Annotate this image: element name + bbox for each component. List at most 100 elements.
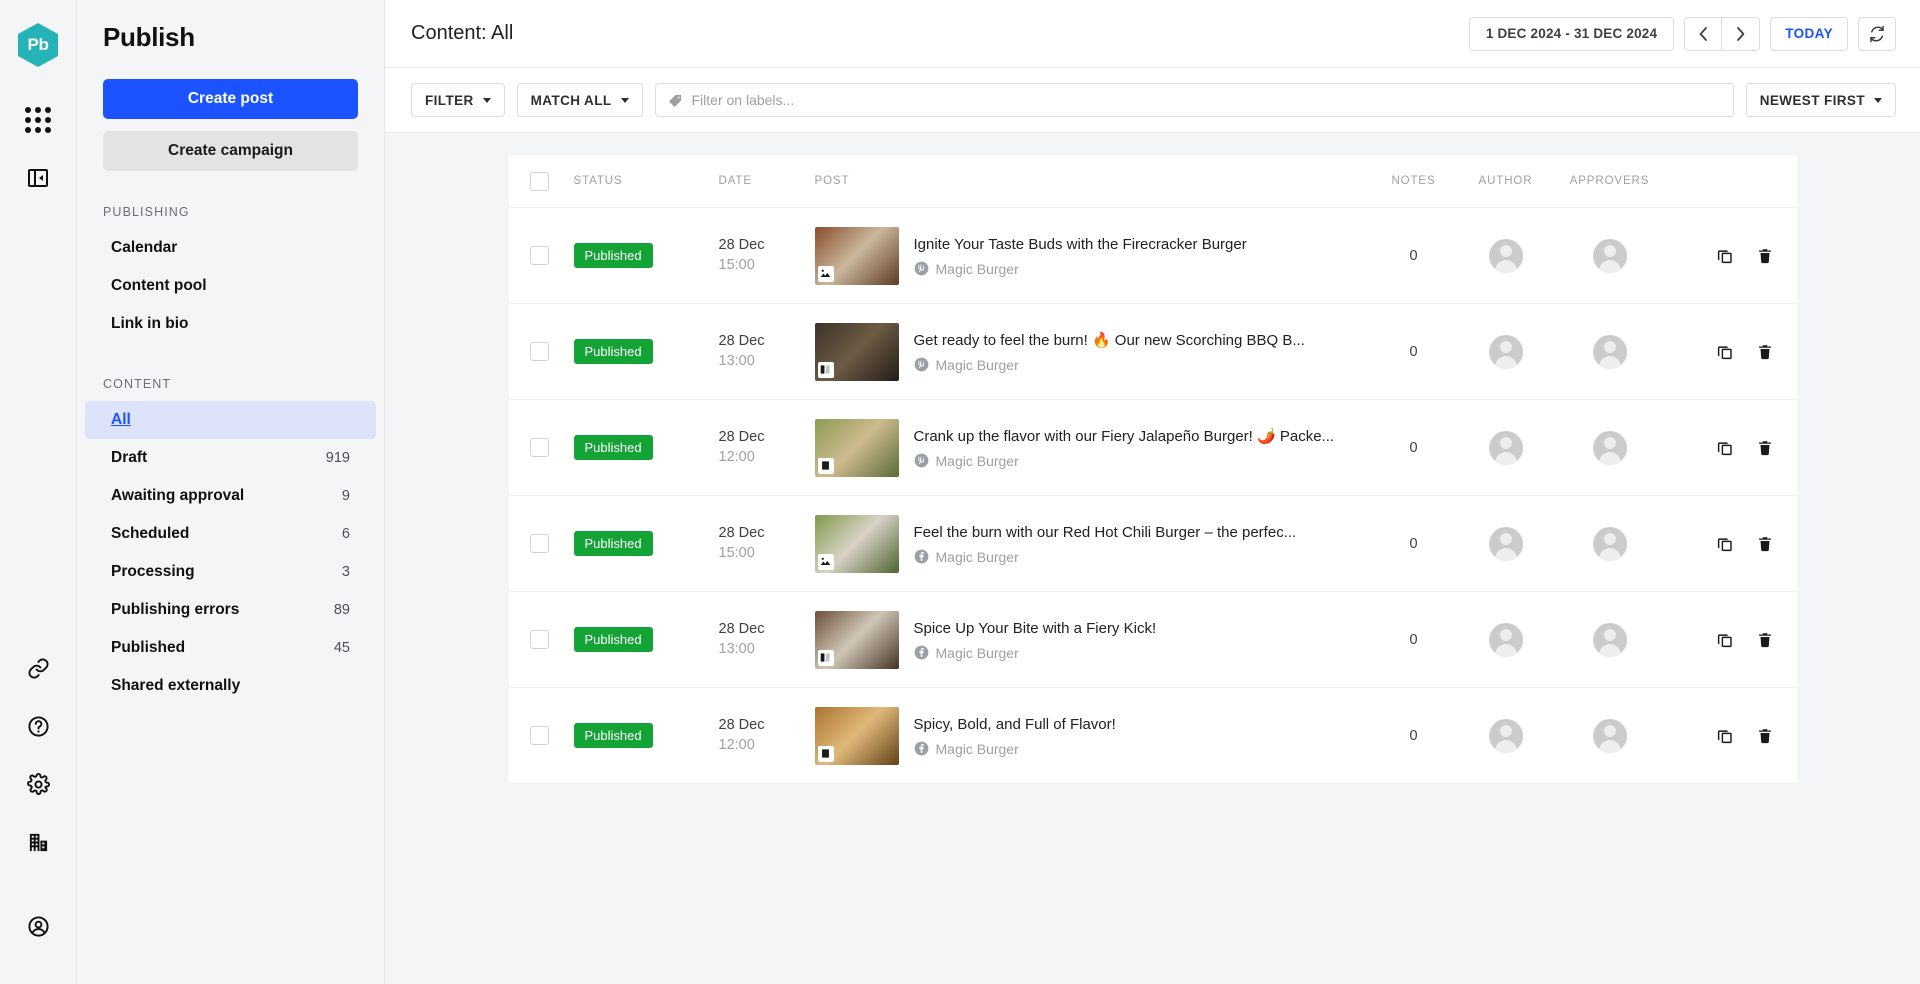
avatar[interactable] [1488,718,1523,753]
avatar[interactable] [1592,526,1627,561]
post-cell[interactable]: Ignite Your Taste Buds with the Firecrac… [814,226,1370,285]
row-actions [1666,535,1774,553]
create-post-button[interactable]: Create post [103,79,358,119]
table-row[interactable]: Published 28 Dec 15:00 Feel the burn with o… [507,495,1798,591]
post-time: 12:00 [718,736,755,753]
date-cell: 28 Dec 12:00 [719,716,815,755]
column-header-notes: NOTES [1391,175,1436,187]
help-icon[interactable] [14,702,62,750]
delete-icon[interactable] [1756,727,1774,745]
status-badge: Published [573,627,653,652]
sidebar-item-all[interactable]: All [85,401,376,439]
post-cell[interactable]: Spice Up Your Bite with a Fiery Kick! Mag… [814,610,1370,669]
table-row[interactable]: Published 28 Dec 13:00 Spice Up Your Bite w… [507,591,1798,687]
avatar[interactable] [1592,334,1627,369]
company-icon[interactable] [14,818,62,866]
row-checkbox[interactable] [529,630,549,649]
avatar[interactable] [1488,526,1523,561]
duplicate-icon[interactable] [1716,343,1734,361]
post-cell[interactable]: Get ready to feel the burn! 🔥 Our new Sc… [814,322,1370,381]
account-icon[interactable] [14,902,62,950]
link-icon[interactable] [14,644,62,692]
duplicate-icon[interactable] [1716,535,1734,553]
post-thumbnail[interactable] [814,226,899,285]
post-thumbnail[interactable] [814,322,899,381]
delete-icon[interactable] [1756,631,1774,649]
sidebar-item-processing[interactable]: Processing 3 [85,553,376,591]
sidebar-item-published[interactable]: Published 45 [85,629,376,667]
delete-icon[interactable] [1756,439,1774,457]
avatar[interactable] [1592,430,1627,465]
row-select-cell [529,630,574,649]
avatar[interactable] [1488,334,1523,369]
sidebar-item-content-pool[interactable]: Content pool [85,267,376,305]
sidebar-item-publishing-errors[interactable]: Publishing errors 89 [85,591,376,629]
row-actions [1666,439,1774,457]
post-thumbnail[interactable] [814,706,899,765]
table-row[interactable]: Published 28 Dec 13:00 Get ready to feel th… [507,303,1798,399]
delete-icon[interactable] [1756,247,1774,265]
sidebar-title: Publish [103,22,195,52]
table-row[interactable]: Published 28 Dec 15:00 Ignite Your Taste Bu… [507,207,1798,303]
table-row[interactable]: Published 28 Dec 12:00 Crank up the flavor … [507,399,1798,495]
duplicate-icon[interactable] [1716,727,1734,745]
select-all-checkbox[interactable] [529,171,549,191]
avatar[interactable] [1592,622,1627,657]
post-thumbnail[interactable] [814,610,899,669]
rail-bottom-group [14,644,62,984]
create-campaign-button[interactable]: Create campaign [103,131,358,171]
column-header-date: DATE [718,175,752,187]
sidebar-item-scheduled[interactable]: Scheduled 6 [85,515,376,553]
post-cell[interactable]: Crank up the flavor with our Fiery Jalap… [814,418,1370,477]
search-input[interactable] [691,92,1721,108]
next-period-button[interactable] [1722,16,1761,51]
today-button[interactable]: TODAY [1770,16,1848,51]
nav-group-label-publishing: PUBLISHING [103,205,190,219]
post-thumbnail[interactable] [814,514,899,573]
post-cell[interactable]: Spicy, Bold, and Full of Flavor! Magic Bu… [814,706,1370,765]
row-checkbox[interactable] [529,342,549,361]
label-filter-field[interactable] [654,83,1734,117]
table-row[interactable]: Published 28 Dec 12:00 Spicy, Bold, and Ful… [507,687,1798,783]
row-checkbox[interactable] [529,726,549,745]
avatar[interactable] [1592,718,1627,753]
status-cell: Published [573,243,719,268]
avatar[interactable] [1592,238,1627,273]
app-logo[interactable]: Pb [17,22,59,68]
duplicate-icon[interactable] [1716,631,1734,649]
row-actions [1666,247,1774,265]
match-all-dropdown[interactable]: MATCH ALL [516,83,643,117]
row-checkbox[interactable] [529,534,549,553]
sidebar-item-label: All [111,411,131,428]
sort-dropdown[interactable]: NEWEST FIRST [1745,83,1896,117]
status-cell: Published [573,435,719,460]
refresh-icon[interactable] [1858,16,1896,51]
gear-icon[interactable] [14,760,62,808]
row-checkbox[interactable] [529,246,549,265]
prev-period-button[interactable] [1684,16,1723,51]
sidebar-item-shared-externally[interactable]: Shared externally [85,667,376,705]
delete-icon[interactable] [1756,343,1774,361]
avatar[interactable] [1488,430,1523,465]
avatar[interactable] [1488,622,1523,657]
duplicate-icon[interactable] [1716,247,1734,265]
sidebar-item-draft[interactable]: Draft 919 [85,439,376,477]
post-cell[interactable]: Feel the burn with our Red Hot Chili Bur… [814,514,1370,573]
carousel-badge [817,361,834,378]
sidebar-item-label: Publishing errors [111,601,240,618]
duplicate-icon[interactable] [1716,439,1734,457]
sidebar-item-calendar[interactable]: Calendar [85,229,376,267]
sidebar-item-link-in-bio[interactable]: Link in bio [85,305,376,343]
date-cell: 28 Dec 12:00 [719,428,815,467]
apps-grid-icon[interactable] [14,96,62,144]
sidebar-item-awaiting-approval[interactable]: Awaiting approval 9 [85,477,376,515]
post-thumbnail[interactable] [814,418,899,477]
collapse-panel-icon[interactable] [14,154,62,202]
row-select-cell [529,726,574,745]
delete-icon[interactable] [1756,535,1774,553]
row-checkbox[interactable] [529,438,549,457]
column-header-approvers: APPROVERS [1569,175,1650,187]
avatar[interactable] [1488,238,1523,273]
filter-dropdown[interactable]: FILTER [411,83,505,117]
date-range-picker[interactable]: 1 DEC 2024 - 31 DEC 2024 [1468,16,1675,51]
